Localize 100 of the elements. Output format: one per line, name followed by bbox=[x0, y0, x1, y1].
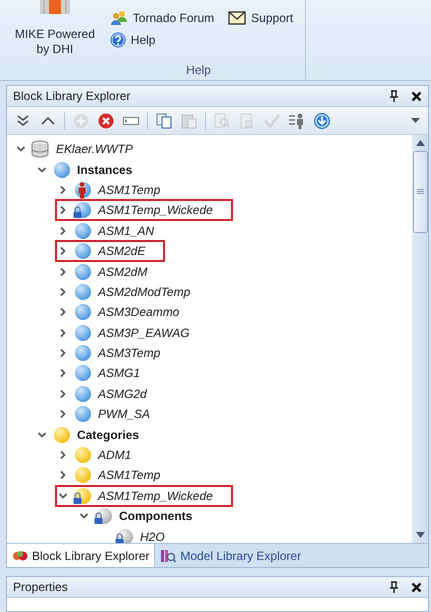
chevron-right-icon[interactable] bbox=[58, 307, 68, 318]
tree-node[interactable]: ASM2dModTemp bbox=[57, 282, 194, 301]
download-icon bbox=[313, 112, 331, 130]
mike-button[interactable]: MIKE Powered by DHI bbox=[10, 0, 100, 63]
delete-icon bbox=[97, 112, 115, 130]
tree-node[interactable]: ASM3P_EAWAG bbox=[57, 324, 194, 342]
node-label: PWM_SA bbox=[97, 407, 150, 422]
pin-icon[interactable] bbox=[389, 581, 399, 593]
node-label: ASM1Temp_Wickede bbox=[96, 488, 213, 503]
node-label: ASM3Deammo bbox=[96, 305, 180, 320]
circle-icon bbox=[72, 466, 92, 484]
tree-node[interactable]: Components bbox=[78, 507, 196, 526]
tree-node[interactable]: ASMG1 bbox=[57, 364, 144, 382]
check-icon bbox=[263, 112, 281, 130]
circle-icon bbox=[72, 364, 92, 382]
logo-icon bbox=[40, 0, 70, 14]
tree-node[interactable]: PWM_SA bbox=[57, 405, 154, 424]
circle-icon bbox=[72, 222, 92, 240]
chevron-down-icon[interactable] bbox=[58, 490, 68, 501]
circle-icon bbox=[72, 405, 92, 424]
caret-icon bbox=[411, 118, 420, 123]
circle-icon bbox=[51, 426, 71, 444]
tree-node[interactable]: ASM1Temp bbox=[57, 466, 164, 484]
tree-node[interactable]: EKlaer.WWTP bbox=[15, 140, 137, 158]
chevron-right-icon[interactable] bbox=[58, 388, 68, 399]
node-label: ASM2dM bbox=[96, 264, 148, 279]
copy-icon bbox=[155, 112, 173, 130]
close-icon[interactable] bbox=[411, 90, 422, 102]
chevron-right-icon[interactable] bbox=[58, 348, 68, 358]
tree-node[interactable]: ASM3Deammo bbox=[57, 303, 184, 322]
explorer-tab[interactable]: Model Library Explorer bbox=[155, 544, 306, 567]
highlighted-node[interactable]: ASM1Temp_Wickede bbox=[57, 486, 231, 505]
tree-node[interactable]: ASM1_AN bbox=[57, 222, 158, 240]
person-list-icon bbox=[288, 112, 306, 130]
tree-node[interactable]: ASM1Temp bbox=[57, 180, 164, 199]
circle-icon bbox=[72, 384, 92, 403]
chevron-right-icon[interactable] bbox=[58, 409, 68, 420]
chevron-right-icon[interactable] bbox=[58, 226, 68, 236]
help-icon bbox=[110, 32, 126, 48]
tree-node[interactable]: ADM1 bbox=[57, 446, 136, 464]
node-label: ASM2dModTemp bbox=[96, 284, 190, 299]
add-icon bbox=[72, 112, 90, 130]
scrollbar[interactable] bbox=[412, 135, 428, 543]
chevron-right-icon[interactable] bbox=[58, 205, 68, 216]
chevron-right-icon[interactable] bbox=[58, 450, 68, 460]
tree-node[interactable]: ASM2dM bbox=[57, 262, 152, 281]
chevron-down-icon[interactable] bbox=[37, 164, 47, 175]
chevron-down-icon[interactable] bbox=[79, 511, 89, 522]
books-magnifier-icon bbox=[160, 548, 176, 562]
node-label: Components bbox=[118, 509, 192, 524]
circle-icon bbox=[72, 262, 92, 281]
node-label: ASM3P_EAWAG bbox=[96, 326, 190, 340]
chevron-right-icon[interactable] bbox=[58, 184, 68, 195]
node-label: ASM1Temp bbox=[96, 182, 160, 197]
highlighted-node[interactable]: ASM2dE bbox=[57, 242, 164, 260]
paste-icon bbox=[180, 112, 198, 130]
chevron-right-icon[interactable] bbox=[58, 246, 68, 256]
explorer-tab[interactable]: Block Library Explorer bbox=[7, 544, 156, 567]
highlighted-node[interactable]: ASM1Temp_Wickede bbox=[57, 201, 231, 220]
forum-button[interactable]: Tornado Forum bbox=[110, 8, 214, 28]
close-icon[interactable] bbox=[411, 582, 422, 592]
tree-node[interactable]: Categories bbox=[36, 426, 144, 444]
node-label: ASM1_AN bbox=[96, 224, 154, 238]
help-button[interactable]: Help bbox=[110, 30, 305, 50]
node-label: Categories bbox=[76, 428, 140, 442]
node-label: ADM1 bbox=[96, 448, 132, 462]
circle-icon bbox=[72, 303, 92, 322]
chevron-right-icon[interactable] bbox=[58, 266, 68, 277]
scroll-thumb[interactable] bbox=[412, 151, 428, 233]
chevron-right-icon[interactable] bbox=[58, 286, 68, 297]
ribbon-group-label: Help bbox=[185, 63, 212, 79]
node-label: ASMG1 bbox=[96, 366, 140, 380]
tree-node[interactable]: ASM3Temp bbox=[57, 344, 164, 362]
envelope-icon bbox=[228, 11, 246, 25]
database-icon bbox=[30, 140, 50, 158]
node-label: EKlaer.WWTP bbox=[55, 142, 133, 156]
node-label: ASM3Temp bbox=[96, 346, 160, 360]
chevron-right-icon[interactable] bbox=[58, 470, 68, 480]
node-label: ASM1Temp_Wickede bbox=[96, 203, 213, 218]
support-button[interactable]: Support bbox=[228, 8, 294, 28]
node-label: H2O bbox=[139, 530, 165, 544]
pin-icon[interactable] bbox=[389, 90, 399, 102]
chevron-down-icon[interactable] bbox=[37, 430, 47, 440]
node-label: Instances bbox=[76, 162, 132, 177]
circle-icon bbox=[72, 324, 92, 342]
tree-node[interactable]: ASMG2d bbox=[57, 384, 151, 403]
circle-icon bbox=[72, 242, 92, 260]
person-on-circle-icon bbox=[72, 180, 92, 199]
circle-icon bbox=[72, 344, 92, 362]
circle-icon bbox=[72, 282, 92, 301]
chevron-right-icon[interactable] bbox=[58, 368, 68, 378]
chevron-right-icon[interactable] bbox=[58, 328, 68, 338]
tree-node[interactable]: Instances bbox=[36, 160, 136, 179]
scroll-down-icon[interactable] bbox=[416, 532, 424, 538]
blocks-icon bbox=[12, 550, 28, 562]
collapse-icon bbox=[41, 116, 55, 124]
chevron-down-icon[interactable] bbox=[16, 144, 26, 154]
panel-title: Block Library Explorer bbox=[13, 89, 132, 103]
scroll-up-icon[interactable] bbox=[416, 140, 424, 146]
circle-icon bbox=[72, 446, 92, 464]
